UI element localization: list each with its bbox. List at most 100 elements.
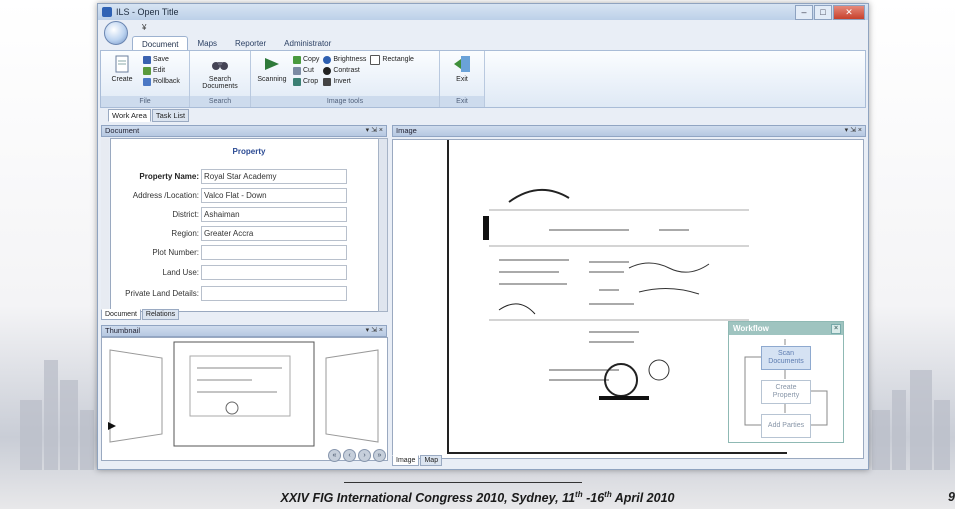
invert-button[interactable]: Invert xyxy=(323,77,366,86)
rollback-label: Rollback xyxy=(153,78,180,85)
field-private-land-details: Private Land Details: xyxy=(111,286,347,301)
slide-footer: XXIV FIG International Congress 2010, Sy… xyxy=(0,490,955,505)
scanning-button[interactable]: Scanning xyxy=(255,54,289,95)
form-title: Property xyxy=(232,147,266,156)
crop-button[interactable]: Crop xyxy=(293,77,319,86)
private-land-details-input[interactable] xyxy=(201,286,347,301)
ribbon-group-image-tools: Scanning Copy Cut Crop Brightness Contra… xyxy=(251,51,440,107)
create-label: Create xyxy=(111,76,133,83)
footer-text: XXIV FIG International Congress 2010, Sy… xyxy=(280,491,576,506)
field-region: Region: Greater Accra xyxy=(111,226,347,241)
save-label: Save xyxy=(153,56,169,63)
cut-button[interactable]: Cut xyxy=(293,66,319,75)
tab-map[interactable]: Map xyxy=(420,455,443,466)
ribbon-group-file: Create Save Edit Rollback File xyxy=(101,51,190,107)
search-group-label: Search xyxy=(190,96,250,107)
ribbon-group-search: Search Documents Search xyxy=(190,51,251,107)
rectangle-button[interactable]: Rectangle xyxy=(370,54,414,65)
exit-group-label: Exit xyxy=(440,96,484,107)
workflow-panel: Workflow × Scan Documents Create Propert… xyxy=(728,321,844,443)
property-name-label: Property Name: xyxy=(139,172,199,181)
exit-label: Exit xyxy=(456,76,468,83)
workflow-close-button[interactable]: × xyxy=(831,324,841,334)
edit-label: Edit xyxy=(153,67,166,74)
thumbnail-panel-header: Thumbnail ▾ ⇲ × xyxy=(101,325,387,337)
edit-button[interactable]: Edit xyxy=(143,66,180,75)
region-label: Region: xyxy=(171,229,199,238)
first-page-button[interactable]: « xyxy=(328,449,341,462)
save-button[interactable]: Save xyxy=(143,55,180,64)
app-icon xyxy=(102,7,112,17)
exit-button[interactable]: Exit xyxy=(448,54,476,95)
minimize-button[interactable]: – xyxy=(795,5,813,20)
field-property-name: Property Name: Royal Star Academy xyxy=(111,169,347,184)
field-district: District: Ashaiman xyxy=(111,207,347,222)
district-label: District: xyxy=(172,210,199,219)
region-input[interactable]: Greater Accra xyxy=(201,226,347,241)
field-land-use: Land Use: xyxy=(111,265,347,280)
rectangle-icon xyxy=(370,54,381,65)
thumbnail-panel-controls[interactable]: ▾ ⇲ × xyxy=(366,326,383,336)
window-controls: – □ ✕ xyxy=(795,5,865,20)
tab-relations[interactable]: Relations xyxy=(141,309,180,320)
rollback-button[interactable]: Rollback xyxy=(143,77,180,86)
document-scroll-left[interactable] xyxy=(101,138,109,310)
search-documents-button[interactable]: Search Documents xyxy=(198,54,242,95)
document-panel-controls[interactable]: ▾ ⇲ × xyxy=(366,126,383,136)
application-menu-button[interactable] xyxy=(104,21,128,45)
tab-task-list[interactable]: Task List xyxy=(151,109,190,122)
thumbnail-panel-title: Thumbnail xyxy=(105,326,141,335)
close-button[interactable]: ✕ xyxy=(833,5,865,20)
copy-label: Copy xyxy=(303,56,320,63)
private-land-details-label: Private Land Details: xyxy=(125,289,199,298)
plot-number-input[interactable] xyxy=(201,245,347,260)
thumbnail-carousel[interactable] xyxy=(101,337,388,461)
workflow-step-add-parties[interactable]: Add Parties xyxy=(761,414,811,438)
document-scrollbar[interactable] xyxy=(378,138,388,312)
save-icon xyxy=(143,55,151,64)
land-use-label: Land Use: xyxy=(162,268,199,277)
work-area-tabs: Work Area Task List xyxy=(108,109,190,122)
tab-work-area[interactable]: Work Area xyxy=(108,109,151,122)
footer-rule xyxy=(344,482,582,483)
tab-image[interactable]: Image xyxy=(392,455,420,466)
document-panel-title: Document xyxy=(105,126,140,135)
footer-sup-1: th xyxy=(575,490,583,499)
image-panel-controls[interactable]: ▾ ⇲ × xyxy=(845,126,862,136)
copy-icon xyxy=(293,55,301,64)
document-panel-header: Document ▾ ⇲ × xyxy=(101,125,387,137)
address-input[interactable]: Valco Flat - Down xyxy=(201,188,347,203)
next-page-button[interactable]: › xyxy=(358,449,371,462)
thumbnail-pages xyxy=(108,341,379,447)
invert-icon xyxy=(323,77,332,86)
prev-page-button[interactable]: ‹ xyxy=(343,449,356,462)
brightness-button[interactable]: Brightness xyxy=(323,55,366,64)
maximize-button[interactable]: □ xyxy=(814,5,832,20)
binoculars-icon xyxy=(212,62,228,70)
contrast-button[interactable]: Contrast xyxy=(323,66,366,75)
image-tools-group-label: Image tools xyxy=(251,96,439,107)
land-use-input[interactable] xyxy=(201,265,347,280)
district-input[interactable]: Ashaiman xyxy=(201,207,347,222)
thumbnail-navigation: « ‹ › » xyxy=(328,449,386,462)
plot-number-label: Plot Number: xyxy=(152,248,199,257)
tab-document-bottom[interactable]: Document xyxy=(101,309,141,320)
footer-mid: -16 xyxy=(582,491,605,506)
footer-sup-2: th xyxy=(604,490,612,499)
cut-label: Cut xyxy=(303,67,314,74)
create-button[interactable]: Create xyxy=(105,54,139,95)
workflow-step-scan-documents[interactable]: Scan Documents xyxy=(761,346,811,370)
image-panel-title: Image xyxy=(396,126,417,135)
footer-end: April 2010 xyxy=(611,491,675,506)
window-title: ILS - Open Title xyxy=(116,7,179,17)
invert-label: Invert xyxy=(333,78,351,85)
address-label: Address /Location: xyxy=(132,191,199,200)
quick-access-toolbar[interactable]: ¥ xyxy=(142,23,146,32)
workflow-step-create-property[interactable]: Create Property xyxy=(761,380,811,404)
last-page-button[interactable]: » xyxy=(373,449,386,462)
brightness-icon xyxy=(323,55,332,64)
copy-button[interactable]: Copy xyxy=(293,55,319,64)
property-name-input[interactable]: Royal Star Academy xyxy=(201,169,347,184)
slide-number: 9 xyxy=(948,490,955,504)
rollback-icon xyxy=(143,77,151,86)
